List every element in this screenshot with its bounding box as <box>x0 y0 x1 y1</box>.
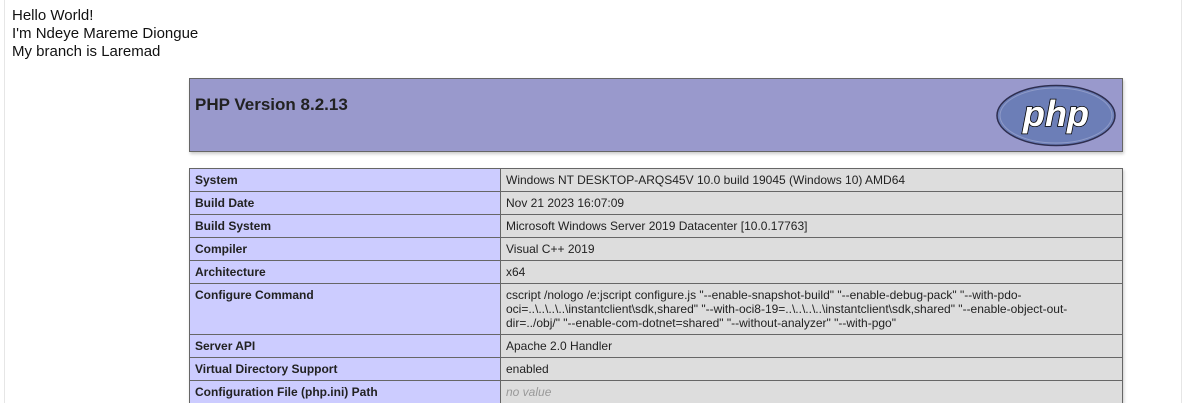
phpinfo-container: PHP Version 8.2.13 php System Windows NT … <box>189 78 1123 403</box>
table-row: Server API Apache 2.0 Handler <box>189 334 1123 358</box>
php-logo-icon[interactable]: php <box>995 84 1117 147</box>
row-key: Server API <box>189 334 501 358</box>
row-value: Windows NT DESKTOP-ARQS45V 10.0 build 19… <box>500 168 1123 192</box>
table-row: Compiler Visual C++ 2019 <box>189 237 1123 261</box>
row-value: Microsoft Windows Server 2019 Datacenter… <box>500 214 1123 238</box>
table-row: Build System Microsoft Windows Server 201… <box>189 214 1123 238</box>
row-value: x64 <box>500 260 1123 284</box>
row-key: Virtual Directory Support <box>189 357 501 381</box>
row-key: Build Date <box>189 191 501 215</box>
php-version-header: PHP Version 8.2.13 php <box>189 78 1123 152</box>
row-key: Build System <box>189 214 501 238</box>
row-key: Configuration File (php.ini) Path <box>189 380 501 403</box>
table-row: Virtual Directory Support enabled <box>189 357 1123 381</box>
php-version-title: PHP Version 8.2.13 <box>195 95 348 114</box>
table-row: System Windows NT DESKTOP-ARQS45V 10.0 bu… <box>189 168 1123 192</box>
row-value: Visual C++ 2019 <box>500 237 1123 261</box>
row-value: no value <box>500 380 1123 403</box>
row-value: enabled <box>500 357 1123 381</box>
intro-line-name: I'm Ndeye Mareme Diongue <box>12 25 199 42</box>
table-row: Configure Command cscript /nologo /e:jscr… <box>189 283 1123 335</box>
row-key: Compiler <box>189 237 501 261</box>
row-value: Apache 2.0 Handler <box>500 334 1123 358</box>
intro-text: Hello World! I'm Ndeye Mareme Diongue My… <box>12 7 198 61</box>
row-value: Nov 21 2023 16:07:09 <box>500 191 1123 215</box>
php-logo-text: php <box>1022 93 1089 134</box>
table-row: Build Date Nov 21 2023 16:07:09 <box>189 191 1123 215</box>
table-row: Architecture x64 <box>189 260 1123 284</box>
row-key: Configure Command <box>189 283 501 335</box>
row-value: cscript /nologo /e:jscript configure.js … <box>500 283 1123 335</box>
row-key: Architecture <box>189 260 501 284</box>
intro-line-hello: Hello World! <box>12 7 94 24</box>
table-row: Configuration File (php.ini) Path no valu… <box>189 380 1123 403</box>
intro-line-branch: My branch is Laremad <box>12 43 161 60</box>
php-info-table: System Windows NT DESKTOP-ARQS45V 10.0 bu… <box>189 168 1123 403</box>
row-key: System <box>189 168 501 192</box>
